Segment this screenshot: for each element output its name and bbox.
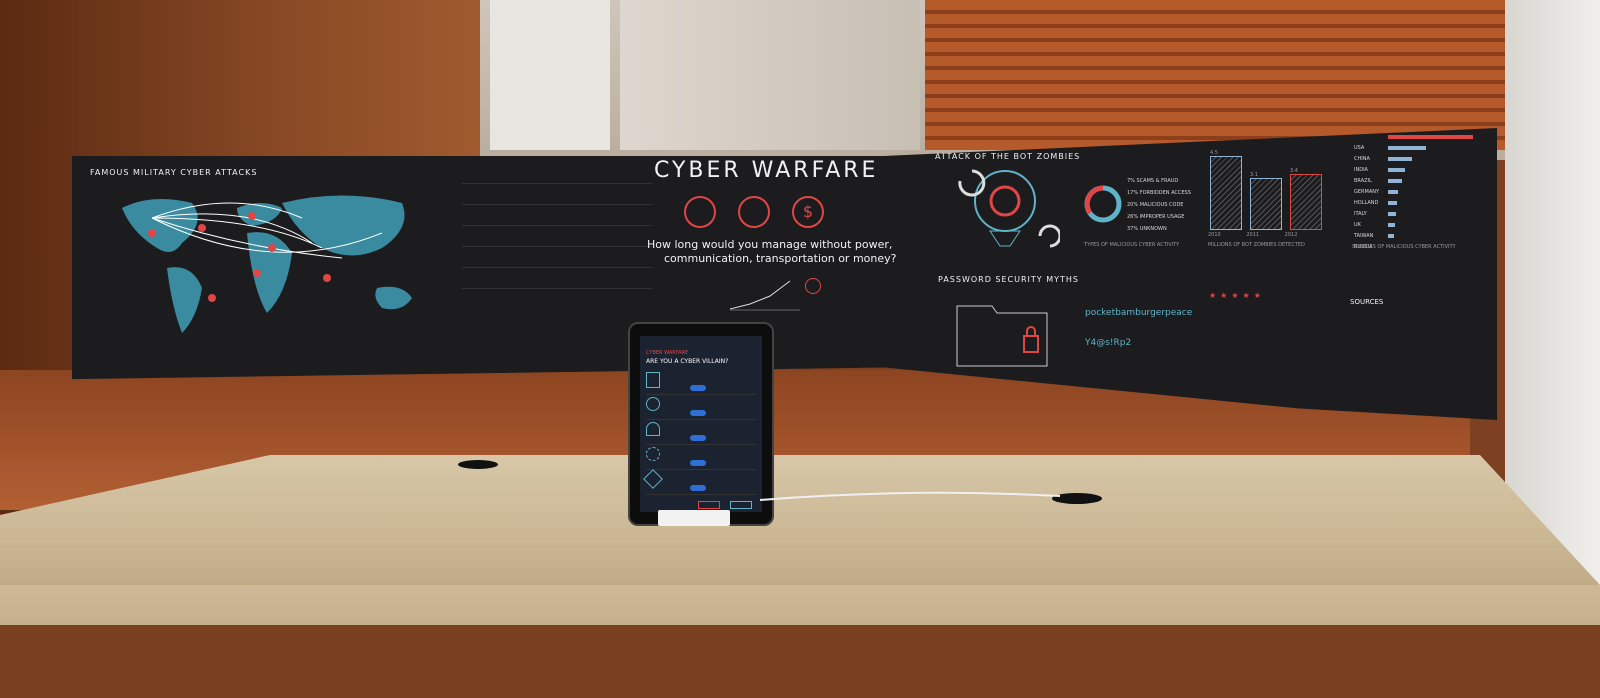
country-bar bbox=[1388, 146, 1427, 150]
rating-stars: ★★★★★ bbox=[1209, 291, 1265, 300]
tablet-stand bbox=[658, 510, 730, 526]
password-example-1: pocketbamburgerpeace bbox=[1085, 308, 1193, 318]
country-bar bbox=[1388, 179, 1402, 183]
center-question-line-2: communication, transportation or money? bbox=[664, 252, 897, 265]
counter-top bbox=[0, 455, 1600, 585]
bot-bar-chart: 4.5 3.1 3.4 bbox=[1210, 150, 1335, 230]
toggle-switch[interactable] bbox=[690, 435, 706, 441]
ear-icon bbox=[684, 196, 716, 228]
bot-zombie-illustration bbox=[958, 169, 1060, 248]
attack-timeline bbox=[462, 173, 652, 343]
growth-line-graph bbox=[730, 280, 800, 311]
ipad-kiosk[interactable]: CYBER WARFARE ARE YOU A CYBER VILLAIN? bbox=[628, 322, 774, 526]
bots-heading: ATTACK OF THE BOT ZOMBIES bbox=[935, 152, 1081, 161]
tablet-quiz-list bbox=[643, 370, 756, 495]
country-bar bbox=[1388, 168, 1405, 172]
bar-value-label: 4.5 bbox=[1210, 150, 1218, 156]
quiz-item[interactable] bbox=[646, 370, 756, 395]
submit-button[interactable] bbox=[730, 501, 752, 509]
cable-grommet-left bbox=[458, 460, 498, 469]
bot-bar bbox=[1250, 178, 1282, 230]
dollar-icon: $ bbox=[792, 196, 824, 228]
left-heading: FAMOUS MILITARY CYBER ATTACKS bbox=[90, 168, 258, 177]
center-question-line-1: How long would you manage without power, bbox=[647, 238, 893, 251]
folder-lock-illustration bbox=[956, 305, 1048, 367]
bot-bar bbox=[1210, 156, 1242, 230]
password-example-2: Y4@s!Rp2 bbox=[1085, 338, 1132, 348]
document-icon bbox=[646, 372, 660, 388]
person-icon bbox=[646, 422, 660, 436]
bot-donut-chart bbox=[1084, 185, 1122, 223]
glass-door-left bbox=[490, 0, 610, 150]
bots-caption: TYPES OF MALICIOUS CYBER ACTIVITY bbox=[1084, 242, 1180, 248]
country-bar bbox=[1388, 201, 1397, 205]
tablet-screen[interactable]: CYBER WARFARE ARE YOU A CYBER VILLAIN? bbox=[640, 336, 762, 512]
countries-caption: SOURCES OF MALICIOUS CYBER ACTIVITY bbox=[1352, 244, 1456, 250]
quiz-item[interactable] bbox=[643, 469, 756, 495]
toggle-switch[interactable] bbox=[690, 410, 706, 416]
center-title: CYBER WARFARE bbox=[654, 158, 879, 183]
quiz-item[interactable] bbox=[646, 445, 756, 470]
country-bar bbox=[1388, 212, 1396, 216]
quiz-item[interactable] bbox=[646, 395, 756, 420]
warning-icon bbox=[805, 278, 821, 294]
reset-button[interactable] bbox=[698, 501, 720, 509]
bar-value-label: 3.1 bbox=[1250, 172, 1258, 179]
toggle-switch[interactable] bbox=[690, 460, 706, 466]
quiz-item[interactable] bbox=[646, 420, 756, 445]
toggle-switch[interactable] bbox=[690, 485, 706, 491]
world-map bbox=[122, 195, 412, 333]
bot-activity-list: 7% SCAMS & FRAUD 17% FORBIDDEN ACCESS 20… bbox=[1127, 178, 1191, 232]
cabinet-base bbox=[0, 625, 1600, 698]
bar-value-label: 3.4 bbox=[1290, 167, 1298, 174]
country-bar bbox=[1388, 190, 1399, 194]
bars-caption: MILLIONS OF BOT ZOMBIES DETECTED bbox=[1208, 242, 1305, 248]
country-bar bbox=[1388, 135, 1473, 139]
gear-icon bbox=[646, 447, 660, 461]
country-bar bbox=[1388, 234, 1394, 238]
bar-year-2010: 2010 bbox=[1208, 232, 1221, 238]
password-heading: PASSWORD SECURITY MYTHS bbox=[938, 275, 1079, 284]
slatted-wood-cabinet bbox=[925, 0, 1525, 150]
globe-icon bbox=[646, 397, 660, 411]
sources-heading: SOURCES bbox=[1350, 298, 1384, 306]
bot-bar bbox=[1290, 173, 1322, 230]
key-icon bbox=[643, 469, 663, 489]
bar-year-2011: 2011 bbox=[1246, 232, 1260, 238]
bar-year-2012: 2012 bbox=[1284, 232, 1298, 238]
tablet-title-1: CYBER WARFARE bbox=[646, 350, 689, 356]
charging-cable bbox=[760, 491, 1060, 501]
glass-door-middle bbox=[620, 0, 920, 150]
tablet-title-2: ARE YOU A CYBER VILLAIN? bbox=[646, 358, 729, 365]
country-bar bbox=[1388, 223, 1395, 227]
country-bar bbox=[1388, 157, 1412, 161]
toggle-switch[interactable] bbox=[690, 385, 706, 391]
country-bars: USA CHINA INDIA BRAZIL GERMANY HOLLAND ITALY UK… bbox=[1354, 128, 1484, 250]
bar-year-labels: 2010 2011 2012 bbox=[1208, 232, 1297, 238]
plug-icon bbox=[738, 196, 770, 228]
